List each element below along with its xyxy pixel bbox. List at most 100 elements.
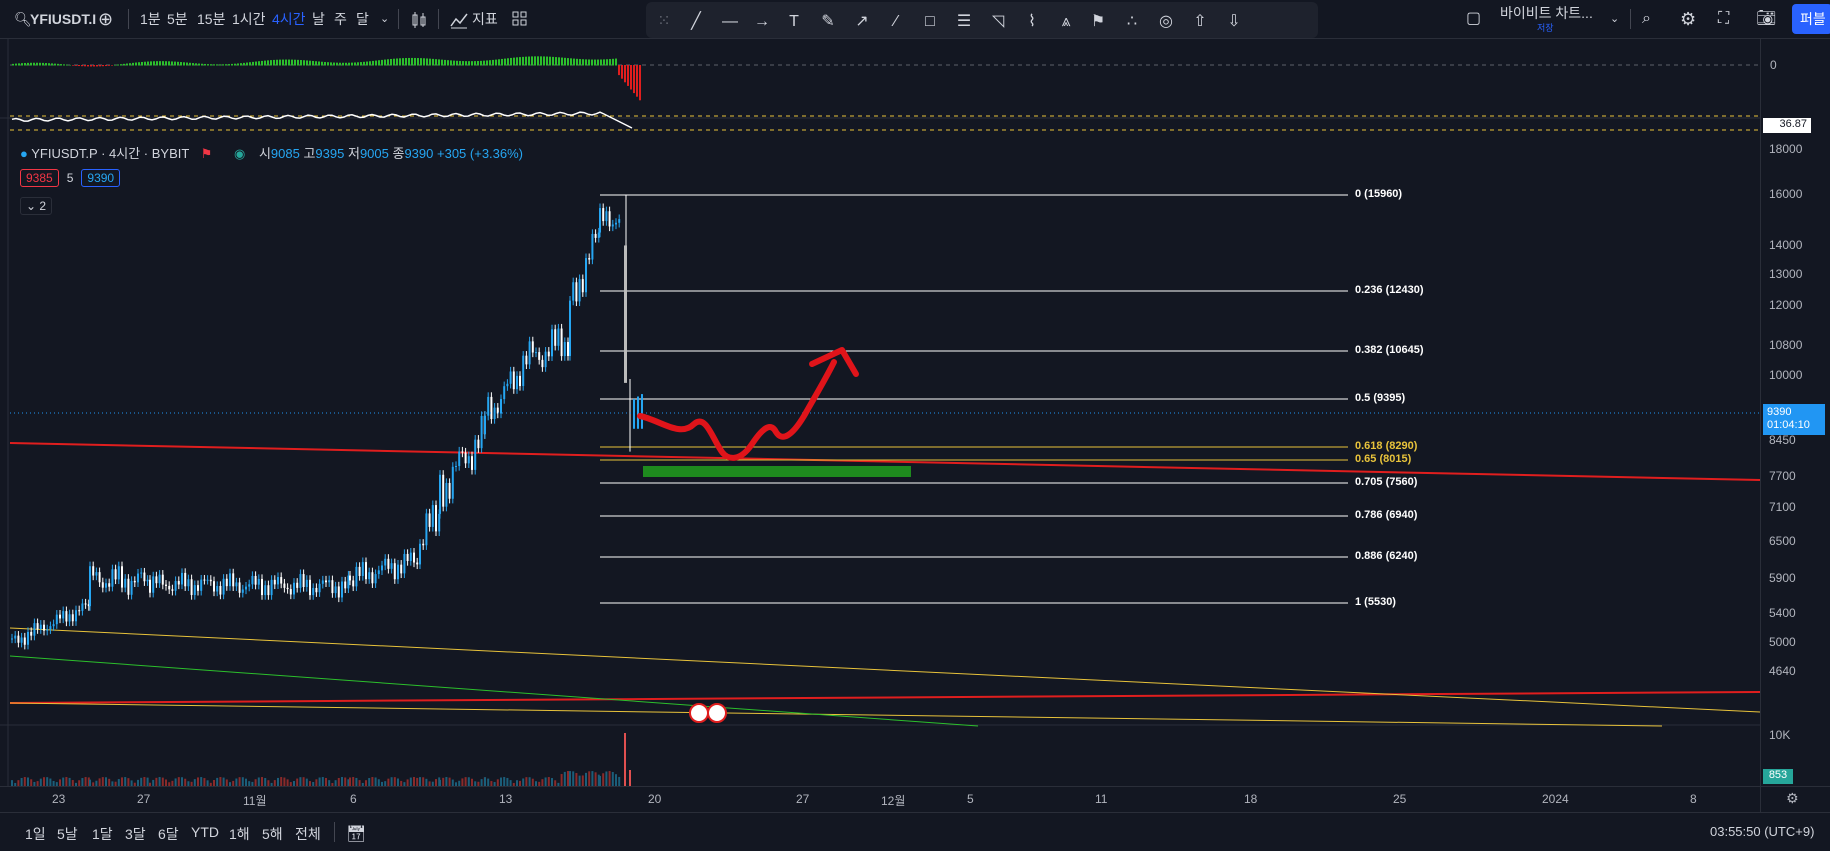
economic-event-icon-2[interactable]: [707, 703, 727, 723]
osc-histogram-bar: [159, 61, 161, 66]
volume-bar: [117, 779, 120, 786]
candle-body: [512, 371, 515, 390]
osc-histogram-bar: [390, 58, 392, 66]
legend-title[interactable]: YFIUSDT.P · 4시간 · BYBIT: [31, 146, 189, 161]
range-1y[interactable]: 1해: [229, 824, 250, 844]
volume-bar: [371, 777, 374, 786]
collapse-count: 2: [39, 199, 47, 213]
candle-body: [105, 583, 107, 588]
osc-histogram-bar: [267, 60, 269, 66]
candle-body: [445, 482, 448, 507]
date-range-icon[interactable]: 📅︎: [346, 824, 366, 844]
volume-bar: [528, 777, 531, 786]
osc-histogram-bar: [228, 64, 230, 66]
osc-histogram-bar: [45, 63, 47, 66]
osc-histogram-bar: [597, 59, 599, 66]
price-scale-label: 16000: [1769, 187, 1803, 201]
bid-ask: 9385 5 9390: [20, 169, 121, 187]
osc-histogram-bar: [561, 57, 563, 66]
trendline-yellow-1: [9, 627, 1761, 713]
divider: [334, 822, 335, 842]
volume-bar: [390, 777, 393, 786]
volume-bar: [177, 777, 180, 786]
bid-button[interactable]: 9385: [20, 169, 59, 187]
range-all[interactable]: 전체: [295, 824, 321, 844]
volume-bar: [59, 779, 61, 786]
osc-histogram-bar: [234, 63, 236, 66]
ask-button[interactable]: 9390: [81, 169, 121, 187]
candle-body: [289, 589, 292, 595]
volume-bar: [419, 777, 421, 786]
candle-body: [490, 396, 493, 420]
economic-event-icon[interactable]: [689, 703, 709, 723]
range-6m[interactable]: 6달: [158, 824, 179, 844]
price-scale-label: 10000: [1769, 368, 1803, 383]
osc-histogram-bar: [321, 61, 323, 66]
osc-histogram-bar: [24, 62, 26, 66]
time-axis-label: 12월: [881, 794, 906, 808]
volume-bar: [500, 777, 502, 786]
osc-histogram-bar: [240, 63, 242, 66]
range-5y[interactable]: 5해: [262, 824, 283, 844]
fib-level-label: 0.705 (7560): [1355, 476, 1418, 488]
osc-histogram-bar: [615, 58, 617, 66]
range-5d[interactable]: 5날: [57, 824, 78, 844]
osc-histogram-bar: [594, 59, 596, 66]
flag-icon-legend[interactable]: ⚑: [201, 146, 213, 161]
volume-bar: [200, 777, 203, 786]
osc-histogram-bar: [135, 62, 137, 66]
price-scale-label: 5900: [1769, 571, 1796, 586]
price-chart[interactable]: [0, 0, 1830, 850]
volume-bar: [181, 777, 183, 786]
candle-body: [467, 456, 470, 464]
price-scale-label: 14000: [1769, 238, 1803, 253]
volume-bar: [599, 775, 601, 786]
candle-body: [257, 578, 260, 585]
settings-icon[interactable]: ⚙: [1786, 790, 1799, 807]
osc-histogram-bar: [213, 64, 215, 66]
osc-histogram-bar: [42, 62, 44, 66]
candle-body: [65, 611, 68, 622]
candle-body: [174, 581, 177, 591]
candle-body: [111, 569, 114, 587]
range-1d[interactable]: 1일: [25, 824, 46, 844]
osc-histogram-bar: [282, 59, 284, 66]
clock-timezone[interactable]: 03:55:50 (UTC+9): [1710, 824, 1814, 839]
osc-histogram-bar: [33, 62, 35, 66]
candle-body: [133, 580, 136, 583]
osc-histogram-bar: [618, 65, 620, 76]
range-3m[interactable]: 3달: [125, 824, 146, 844]
candle-body: [605, 211, 608, 222]
candle-body: [509, 371, 512, 384]
candle-body: [92, 566, 95, 576]
open-label: 시: [258, 146, 271, 161]
osc-histogram-bar: [237, 63, 239, 66]
volume-bar: [413, 777, 415, 786]
volume-bar: [84, 777, 87, 786]
range-1m[interactable]: 1달: [92, 824, 113, 844]
osc-histogram-bar: [417, 58, 419, 66]
osc-histogram-bar: [114, 64, 116, 66]
volume-bar: [445, 777, 448, 786]
candle-body: [572, 282, 575, 301]
osc-histogram-bar: [366, 61, 368, 66]
price-scale-label: 10800: [1769, 338, 1803, 353]
osc-histogram-bar: [27, 62, 29, 66]
candle-body: [618, 219, 621, 223]
volume-bar: [124, 777, 127, 786]
indicators-collapse-button[interactable]: ⌄ 2: [20, 197, 53, 215]
candle-body: [406, 553, 409, 562]
osc-histogram-bar: [105, 65, 107, 67]
volume-bar: [484, 777, 486, 786]
osc-histogram-bar: [180, 62, 182, 66]
volume-bar: [203, 778, 206, 786]
volume-bar: [65, 777, 68, 786]
osc-histogram-bar: [564, 57, 566, 66]
osc-histogram-bar: [231, 63, 233, 66]
volume-bar: [569, 771, 571, 786]
candle-body: [525, 355, 528, 365]
price-scale-label: 5000: [1769, 635, 1796, 650]
volume-bar: [506, 777, 509, 786]
range-ytd[interactable]: YTD: [191, 824, 219, 840]
candle-body: [435, 505, 437, 532]
